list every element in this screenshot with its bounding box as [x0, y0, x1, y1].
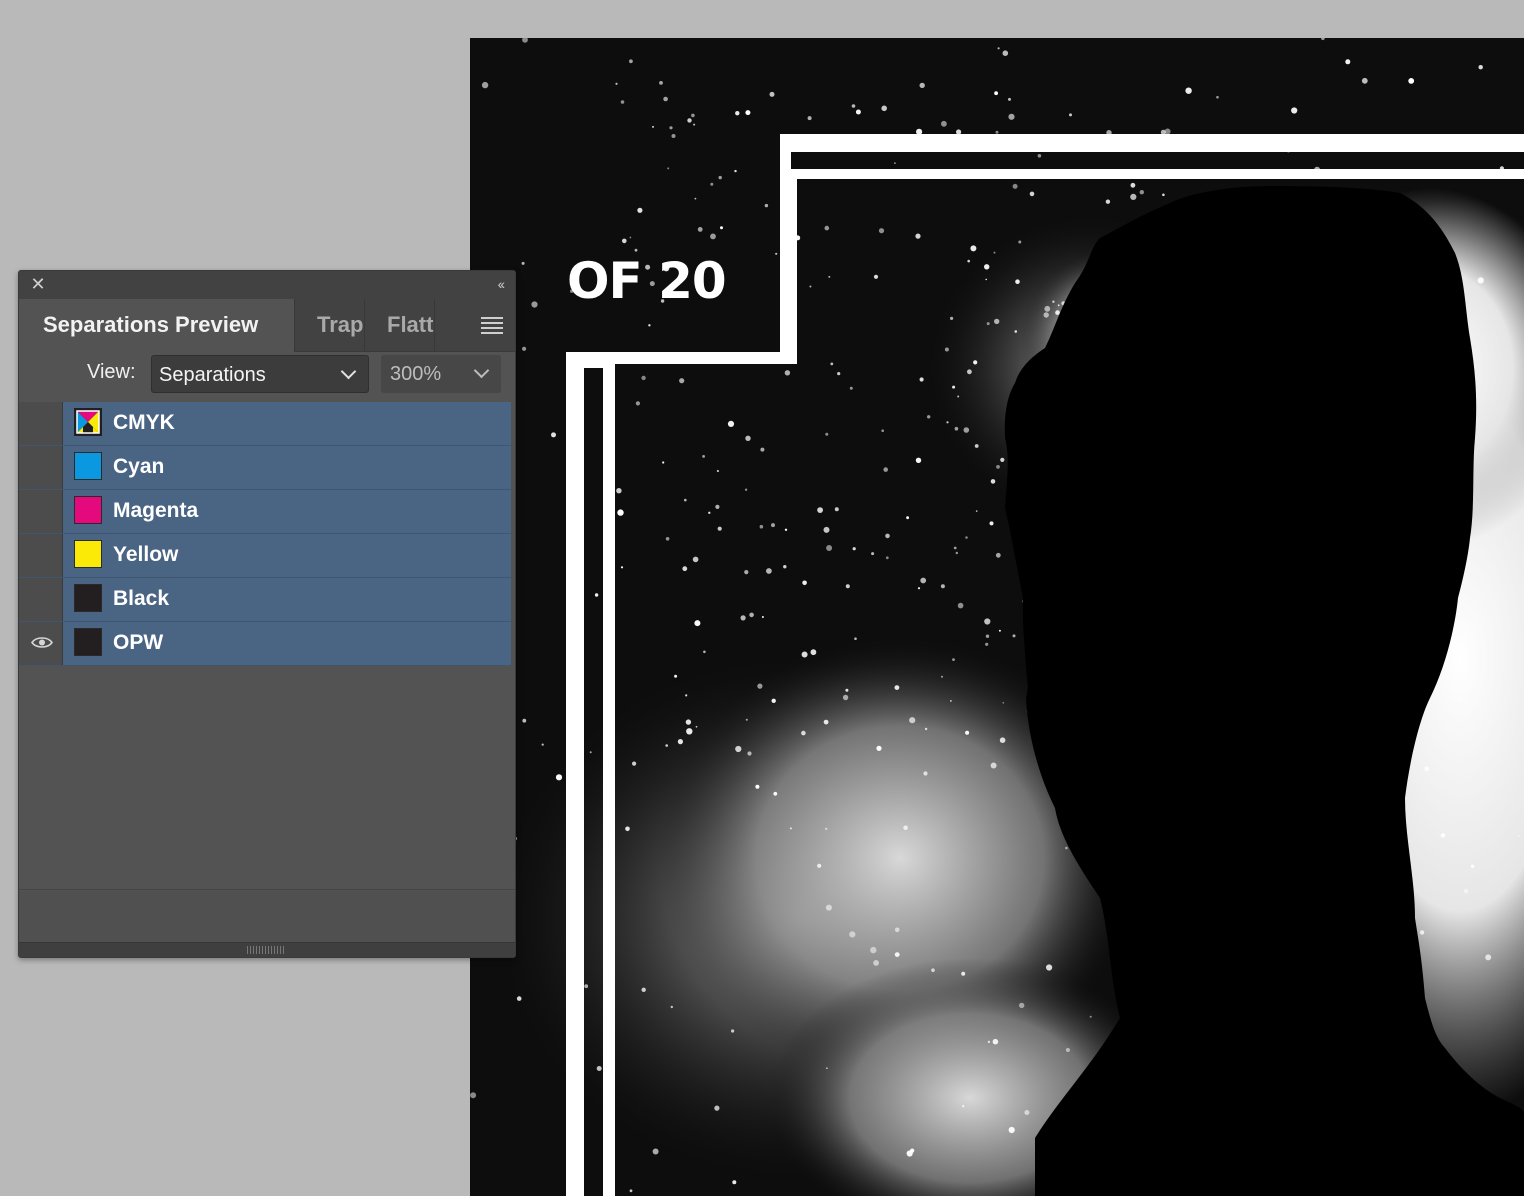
view-dropdown-value: Separations — [159, 364, 266, 386]
plate-name: OPW — [113, 631, 164, 654]
plate-row-black[interactable]: Black — [19, 578, 513, 622]
plate-row-body[interactable]: OPW — [63, 622, 511, 665]
visibility-toggle[interactable] — [19, 578, 63, 621]
color-swatch — [74, 584, 102, 612]
panel-menu-icon[interactable] — [481, 317, 503, 337]
visibility-toggle[interactable] — [19, 490, 63, 533]
close-icon[interactable]: ✕ — [29, 275, 47, 293]
tab-flattener-preview[interactable]: Flattener Preview — [365, 299, 435, 351]
plate-list: CMYK Cyan Magenta Yellow Black OPW — [19, 402, 513, 666]
view-label: View: — [87, 361, 136, 383]
plate-list-empty-area — [19, 667, 515, 890]
separations-preview-panel: ✕ ‹‹ Separations Preview Trap Flattener … — [18, 270, 516, 958]
grip-lines — [247, 946, 285, 954]
plate-row-opw[interactable]: OPW — [19, 622, 513, 666]
plate-name: CMYK — [113, 411, 175, 434]
cmyk-swatch-icon — [74, 408, 102, 436]
visibility-toggle[interactable] — [19, 534, 63, 577]
view-row: View: Separations 300% — [19, 355, 515, 395]
plate-row-body[interactable]: Magenta — [63, 490, 511, 533]
panel-tabs: Separations Preview Trap Flattener Previ… — [19, 299, 515, 352]
eye-icon — [31, 637, 53, 648]
plate-row-body[interactable]: Yellow — [63, 534, 511, 577]
visibility-toggle[interactable] — [19, 402, 63, 445]
chevron-down-icon — [340, 363, 357, 380]
plate-row-body[interactable]: CMYK — [63, 402, 511, 445]
zoom-dropdown-value: 300% — [390, 363, 442, 385]
plate-row-yellow[interactable]: Yellow — [19, 534, 513, 578]
plate-row-magenta[interactable]: Magenta — [19, 490, 513, 534]
plate-name: Magenta — [113, 499, 199, 522]
plate-row-cyan[interactable]: Cyan — [19, 446, 513, 490]
zoom-dropdown[interactable]: 300% — [381, 355, 501, 393]
color-swatch — [74, 496, 102, 524]
panel-title-bar[interactable]: ✕ ‹‹ — [19, 271, 515, 300]
view-dropdown[interactable]: Separations — [151, 355, 369, 393]
visibility-toggle[interactable] — [19, 446, 63, 489]
plate-row-cmyk[interactable]: CMYK — [19, 402, 513, 446]
color-swatch — [74, 628, 102, 656]
color-swatch — [74, 452, 102, 480]
plate-row-body[interactable]: Black — [63, 578, 511, 621]
tab-separations-preview[interactable]: Separations Preview — [19, 299, 295, 352]
color-swatch — [74, 540, 102, 568]
resize-grip[interactable] — [19, 942, 515, 957]
plate-name: Yellow — [113, 543, 179, 566]
document-canvas[interactable]: OF 20 — [470, 38, 1524, 1196]
plate-name: Black — [113, 587, 170, 610]
chevron-down-icon — [473, 362, 490, 379]
artwork — [470, 38, 1524, 1196]
document-headline: OF 20 — [567, 252, 727, 310]
panel-footer — [19, 891, 515, 943]
tab-trap[interactable]: Trap — [295, 299, 365, 351]
visibility-toggle[interactable] — [19, 622, 63, 665]
plate-row-body[interactable]: Cyan — [63, 446, 511, 489]
collapse-icon[interactable]: ‹‹ — [498, 276, 505, 292]
plate-name: Cyan — [113, 455, 165, 478]
